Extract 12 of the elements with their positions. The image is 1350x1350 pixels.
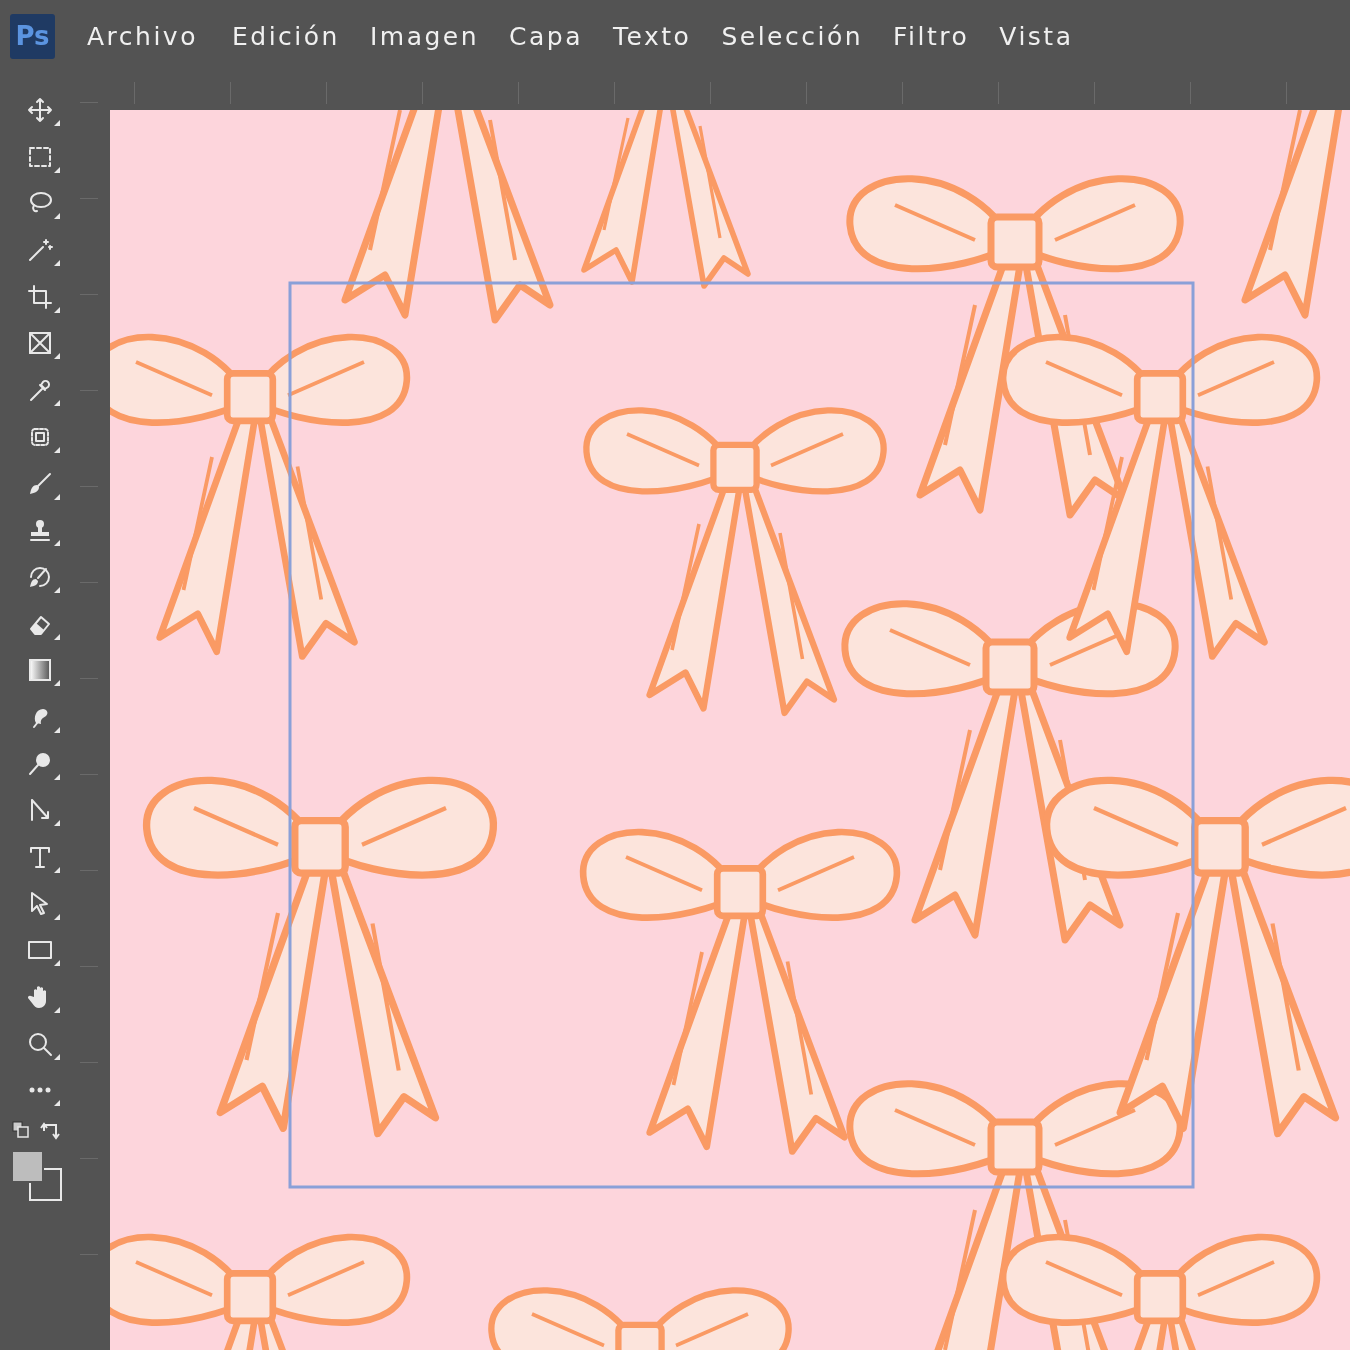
- default-colors-icon[interactable]: [12, 1121, 30, 1140]
- menu-item[interactable]: Edición: [231, 21, 340, 51]
- menu-item[interactable]: Vista: [999, 21, 1074, 51]
- swap-colors-icon[interactable]: [40, 1121, 62, 1142]
- menu-item[interactable]: Selección: [721, 21, 864, 51]
- menu-item[interactable]: Archivo: [87, 21, 198, 51]
- app-logo: Ps: [10, 13, 55, 59]
- menu-item[interactable]: Capa: [509, 21, 584, 51]
- menu-item[interactable]: Filtro: [893, 21, 970, 51]
- menu-item[interactable]: Imagen: [369, 21, 480, 51]
- color-swatches-icon[interactable]: [10, 1149, 64, 1204]
- menu-item[interactable]: Texto: [613, 21, 692, 51]
